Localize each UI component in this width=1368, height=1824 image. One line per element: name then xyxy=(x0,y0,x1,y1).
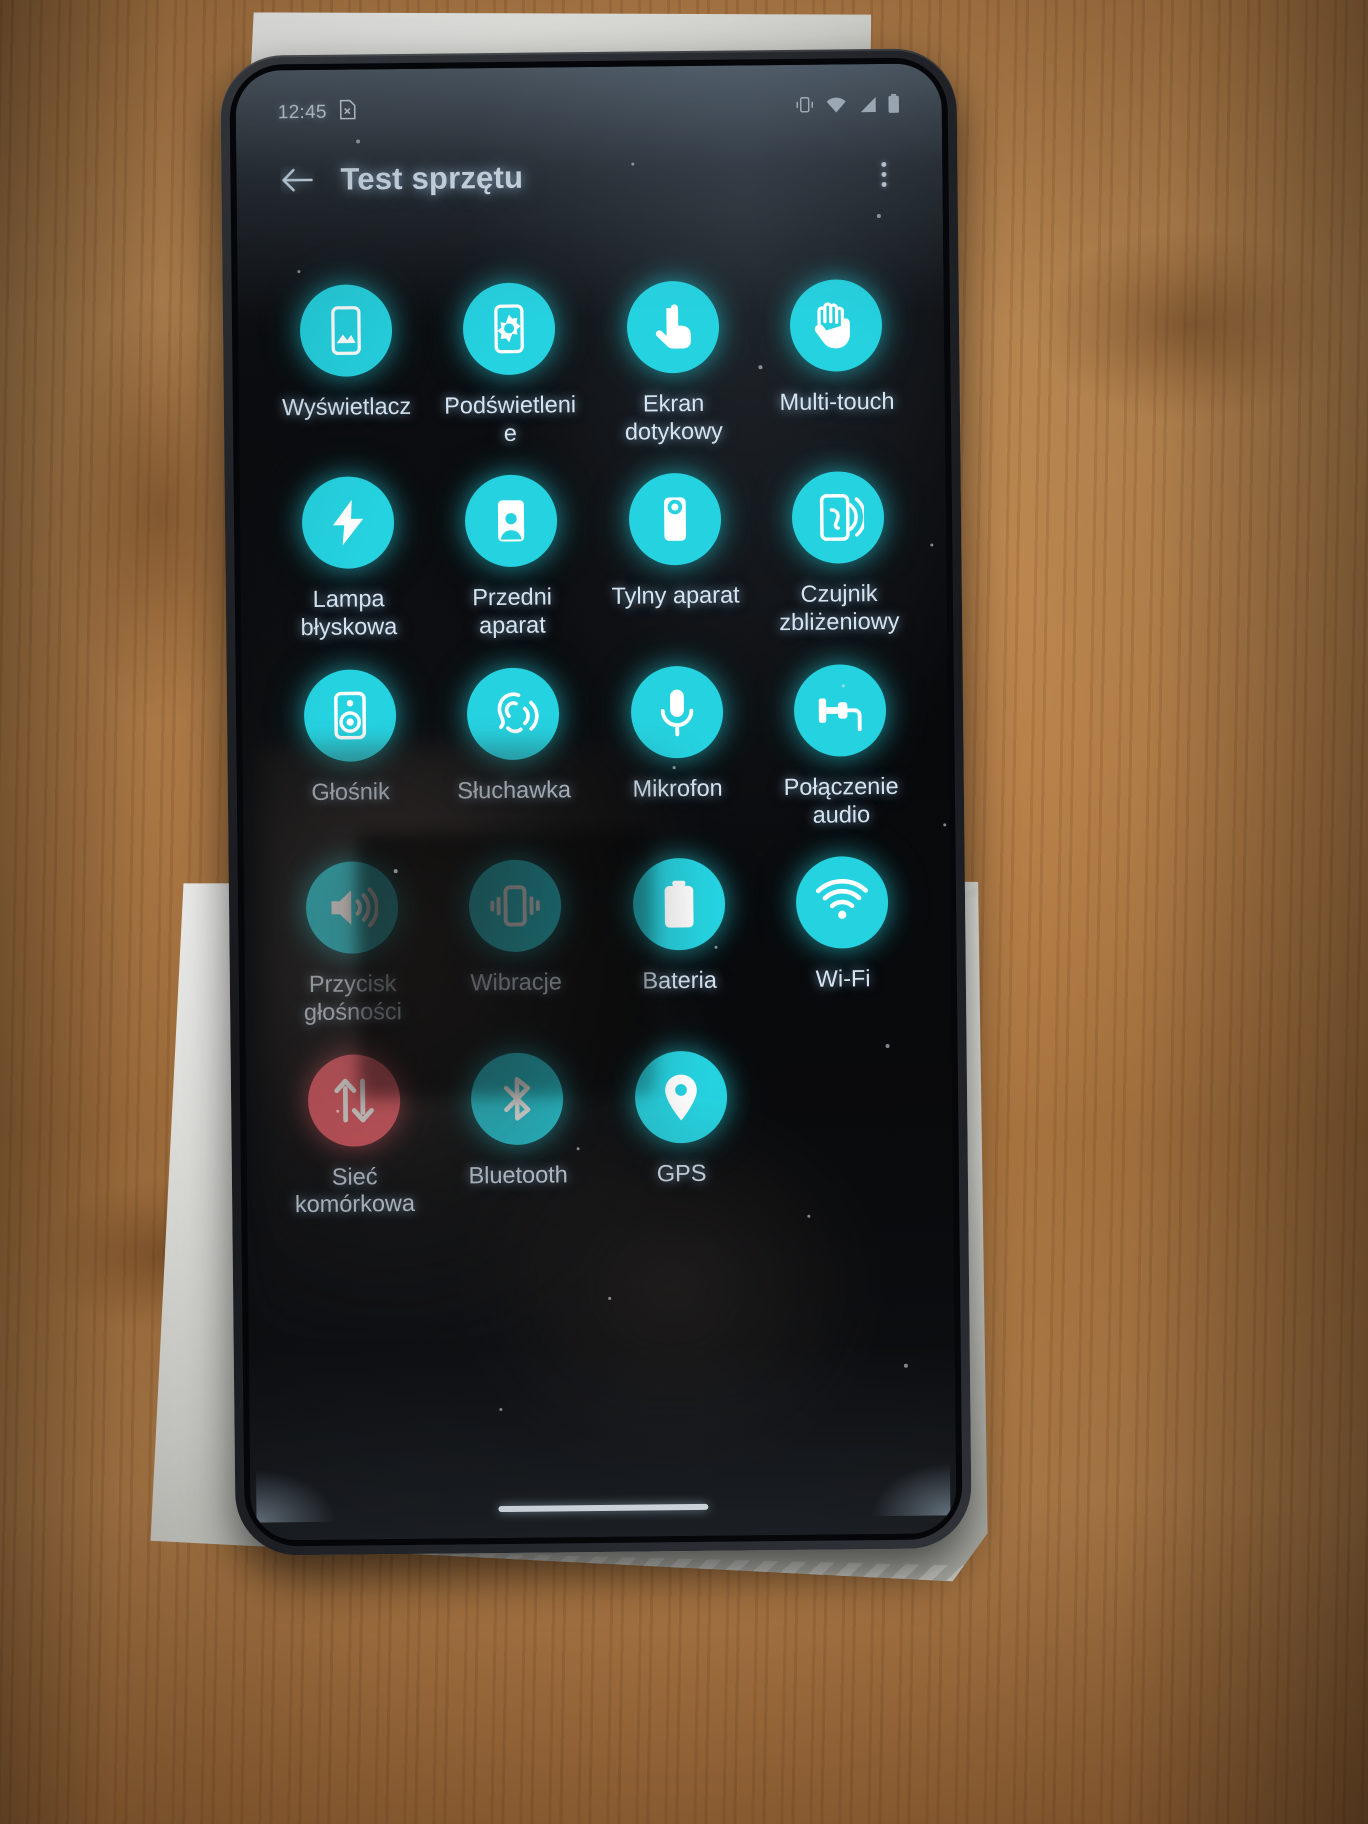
photo-scene: 12:45 xyxy=(0,0,1368,1824)
photo-vignette xyxy=(0,0,1368,1824)
